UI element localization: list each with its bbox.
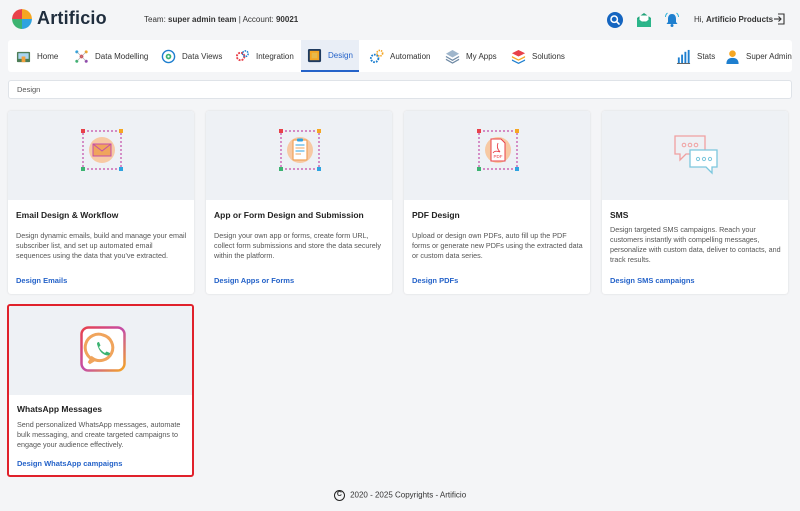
breadcrumb: Design: [8, 80, 792, 99]
pdf-icon: PDF: [477, 129, 519, 171]
sms-icon: [674, 135, 718, 175]
nav-item-stats[interactable]: Stats: [676, 40, 715, 72]
top-header: Artificio Team: super admin team | Accou…: [0, 0, 800, 40]
pdf-icon-label: PDF: [494, 154, 503, 159]
user-greeting[interactable]: Hi, Artificio Products: [694, 15, 773, 24]
design-emails-link[interactable]: Design Emails: [16, 276, 67, 285]
integration-icon: [235, 49, 249, 61]
greeting-text: Hi,: [694, 15, 704, 24]
card-description: Design dynamic emails, build and manage …: [16, 231, 187, 260]
nav-item-design[interactable]: Design: [301, 40, 359, 72]
nav-item-integration[interactable]: Integration: [235, 40, 294, 72]
card-title: SMS: [610, 210, 629, 220]
notification-bell-icon[interactable]: [664, 12, 680, 28]
team-account-info: Team: super admin team | Account: 90021: [144, 15, 298, 24]
artificio-logo-icon: [12, 8, 32, 29]
home-icon: [16, 51, 31, 62]
copyright-icon: C: [333, 490, 345, 501]
nav-item-super-admin[interactable]: Super Admin: [725, 40, 792, 72]
logout-icon[interactable]: [773, 13, 785, 25]
nav-label: Home: [37, 51, 59, 61]
team-name: super admin team: [168, 15, 237, 24]
whatsapp-icon: [80, 326, 126, 372]
card-image: [8, 111, 194, 200]
nav-label: Super Admin: [746, 51, 792, 61]
account-number: 90021: [275, 15, 299, 24]
main-nav: Home Data Modelling Data Views Integrati…: [8, 40, 792, 72]
nav-label: Solutions: [532, 51, 565, 61]
card-app-form-design[interactable]: App or Form Design and Submission Design…: [206, 111, 392, 294]
footer: C 2020 - 2025 Copyrights - Artificio: [0, 490, 800, 501]
automation-icon: [369, 49, 384, 63]
nav-label: Stats: [697, 51, 716, 61]
form-icon: [279, 129, 321, 171]
card-title: App or Form Design and Submission: [214, 210, 364, 220]
nav-label: My Apps: [466, 51, 497, 61]
card-description: Upload or design own PDFs, auto fill up …: [412, 231, 583, 260]
design-sms-campaigns-link[interactable]: Design SMS campaigns: [610, 276, 695, 285]
data-modelling-icon: [75, 49, 88, 63]
data-views-icon: [161, 49, 176, 63]
stats-icon: [676, 49, 691, 64]
nav-item-data-views[interactable]: Data Views: [161, 40, 222, 72]
team-label: Team:: [144, 15, 166, 24]
design-whatsapp-campaigns-link[interactable]: Design WhatsApp campaigns: [17, 459, 122, 468]
mail-open-icon[interactable]: [636, 12, 652, 28]
user-icon: [726, 49, 739, 64]
card-description: Design targeted SMS campaigns. Reach you…: [610, 225, 781, 264]
card-description: Send personalized WhatsApp messages, aut…: [17, 420, 181, 449]
nav-item-data-modelling[interactable]: Data Modelling: [74, 40, 148, 72]
nav-label: Integration: [256, 51, 294, 61]
account-label: Account:: [242, 15, 274, 24]
nav-item-my-apps[interactable]: My Apps: [445, 40, 497, 72]
card-image: PDF: [404, 111, 590, 200]
card-sms[interactable]: SMS Design targeted SMS campaigns. Reach…: [602, 111, 788, 294]
nav-label: Automation: [390, 51, 431, 61]
nav-label: Data Modelling: [95, 51, 149, 61]
design-icon: [307, 48, 322, 62]
my-apps-icon: [445, 49, 460, 64]
card-title: PDF Design: [412, 210, 460, 220]
nav-label: Design: [328, 50, 353, 60]
card-pdf-design[interactable]: PDF PDF Design Upload or design own PDFs…: [404, 111, 590, 294]
design-apps-forms-link[interactable]: Design Apps or Forms: [214, 276, 294, 285]
nav-item-solutions[interactable]: Solutions: [511, 40, 565, 72]
nav-item-automation[interactable]: Automation: [369, 40, 430, 72]
app-logo[interactable]: Artificio: [12, 8, 107, 29]
nav-label: Data Views: [182, 51, 223, 61]
card-title: WhatsApp Messages: [17, 404, 103, 414]
card-image: [602, 111, 788, 200]
card-whatsapp-messages[interactable]: WhatsApp Messages Send personalized What…: [7, 304, 194, 477]
solutions-icon: [511, 49, 526, 64]
card-image: [9, 306, 192, 395]
card-title: Email Design & Workflow: [16, 210, 119, 220]
footer-text: 2020 - 2025 Copyrights - Artificio: [350, 490, 467, 500]
card-email-design[interactable]: Email Design & Workflow Design dynamic e…: [8, 111, 194, 294]
nav-item-home[interactable]: Home: [16, 40, 58, 72]
user-name: Artificio Products: [706, 15, 774, 24]
search-icon[interactable]: [607, 12, 623, 28]
card-description: Design your own app or forms, create for…: [214, 231, 381, 260]
separator: |: [238, 15, 241, 24]
app-name: Artificio: [37, 8, 107, 28]
email-icon: [81, 129, 123, 171]
breadcrumb-current: Design: [17, 85, 41, 94]
card-image: [206, 111, 392, 200]
design-pdfs-link[interactable]: Design PDFs: [412, 276, 458, 285]
